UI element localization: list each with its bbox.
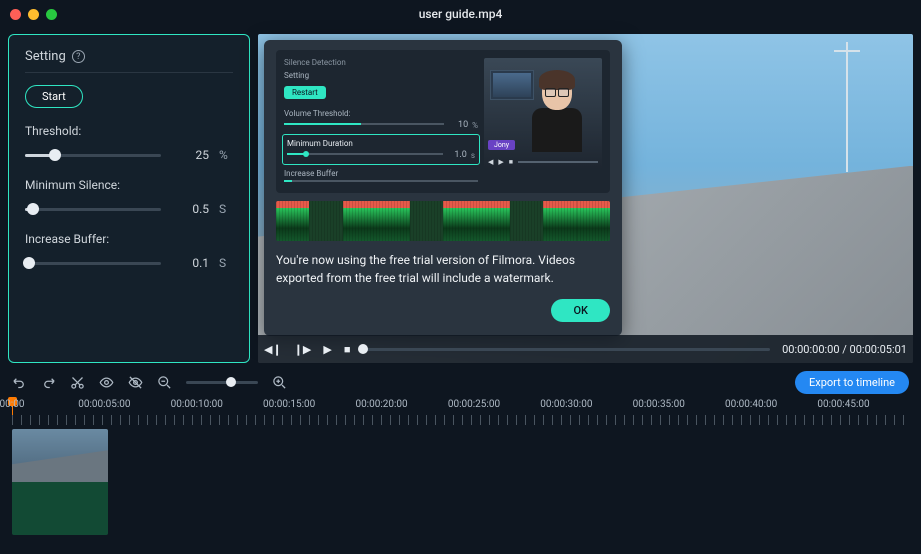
mini-vol-value: 10 xyxy=(448,120,468,130)
stop-icon[interactable]: ■ xyxy=(344,343,351,356)
modal-screenshot: Silence Detection Setting Restart Volume… xyxy=(276,50,610,193)
buffer-label: Increase Buffer: xyxy=(25,232,233,246)
threshold-value: 25 xyxy=(171,148,209,162)
modal-waveform xyxy=(276,201,610,241)
zoom-in-icon[interactable] xyxy=(272,375,287,390)
mini-restart-button: Restart xyxy=(284,86,326,99)
trial-modal: Silence Detection Setting Restart Volume… xyxy=(264,40,622,336)
help-icon[interactable]: ? xyxy=(72,50,85,63)
min-silence-unit: S xyxy=(219,202,233,216)
playback-progress[interactable] xyxy=(363,348,771,351)
timecode: 00:00:00:00 / 00:00:05:01 xyxy=(782,343,907,356)
ruler-label: 00:00:05:00 xyxy=(78,399,130,410)
ruler-label: 00:00:35:00 xyxy=(633,399,685,410)
prev-frame-icon[interactable]: ◀❙ xyxy=(264,343,282,356)
threshold-slider[interactable] xyxy=(25,154,161,157)
timeline-toolbar: Export to timeline xyxy=(0,365,921,399)
export-button[interactable]: Export to timeline xyxy=(795,371,909,394)
ruler-label: 00:00:40:00 xyxy=(725,399,777,410)
mini-buf-label: Increase Buffer xyxy=(284,169,478,178)
redo-icon[interactable] xyxy=(41,375,56,390)
zoom-out-icon[interactable] xyxy=(157,375,172,390)
modal-message: You're now using the free trial version … xyxy=(276,251,610,287)
min-silence-slider[interactable] xyxy=(25,208,161,211)
buffer-slider[interactable] xyxy=(25,262,161,265)
ruler-label: 00:00:30:00 xyxy=(540,399,592,410)
mini-dur-unit: s xyxy=(471,151,475,160)
timeline-track[interactable] xyxy=(0,425,921,541)
ok-button[interactable]: OK xyxy=(551,299,610,322)
mini-dur-value: 1.0 xyxy=(447,150,467,160)
mini-lowerthird: Jony xyxy=(488,140,515,150)
buffer-value: 0.1 xyxy=(171,256,209,270)
mini-title: Silence Detection xyxy=(284,58,478,67)
settings-panel: Setting ? Start Threshold: 25 % Minimum … xyxy=(8,34,250,363)
ruler-label: 00:00 xyxy=(0,399,24,410)
play-icon[interactable]: ▶ xyxy=(323,343,331,356)
ruler-label: 00:00:25:00 xyxy=(448,399,500,410)
mini-video: Jony ◀▶■ xyxy=(484,58,602,168)
title-bar: user guide.mp4 xyxy=(0,0,921,28)
eye-off-icon[interactable] xyxy=(128,375,143,390)
min-silence-value: 0.5 xyxy=(171,202,209,216)
ruler-label: 00:00:20:00 xyxy=(355,399,407,410)
ruler-label: 00:00:10:00 xyxy=(171,399,223,410)
window-title: user guide.mp4 xyxy=(0,7,921,21)
next-frame-icon[interactable]: ❙▶ xyxy=(294,343,312,356)
timeline-ruler[interactable]: 00:00 00:00:05:00 00:00:10:00 00:00:15:0… xyxy=(0,399,921,425)
settings-heading: Setting xyxy=(25,49,66,64)
mini-sub: Setting xyxy=(284,71,478,80)
mini-vol-unit: % xyxy=(472,121,478,130)
start-button[interactable]: Start xyxy=(25,85,83,108)
threshold-label: Threshold: xyxy=(25,124,233,138)
zoom-slider[interactable] xyxy=(186,381,258,384)
clip[interactable] xyxy=(12,429,108,535)
mini-dur-label: Minimum Duration xyxy=(287,139,475,148)
ruler-label: 00:00:45:00 xyxy=(817,399,869,410)
cut-icon[interactable] xyxy=(70,375,85,390)
min-silence-label: Minimum Silence: xyxy=(25,178,233,192)
undo-icon[interactable] xyxy=(12,375,27,390)
mini-vol-label: Volume Threshold: xyxy=(284,109,478,118)
eye-icon[interactable] xyxy=(99,375,114,390)
ruler-label: 00:00:15:00 xyxy=(263,399,315,410)
playback-bar: ◀❙ ❙▶ ▶ ■ 00:00:00:00 / 00:00:05:01 xyxy=(258,335,913,363)
buffer-unit: S xyxy=(219,256,233,270)
preview-area: Silence Detection Setting Restart Volume… xyxy=(258,34,913,363)
threshold-unit: % xyxy=(219,148,233,162)
